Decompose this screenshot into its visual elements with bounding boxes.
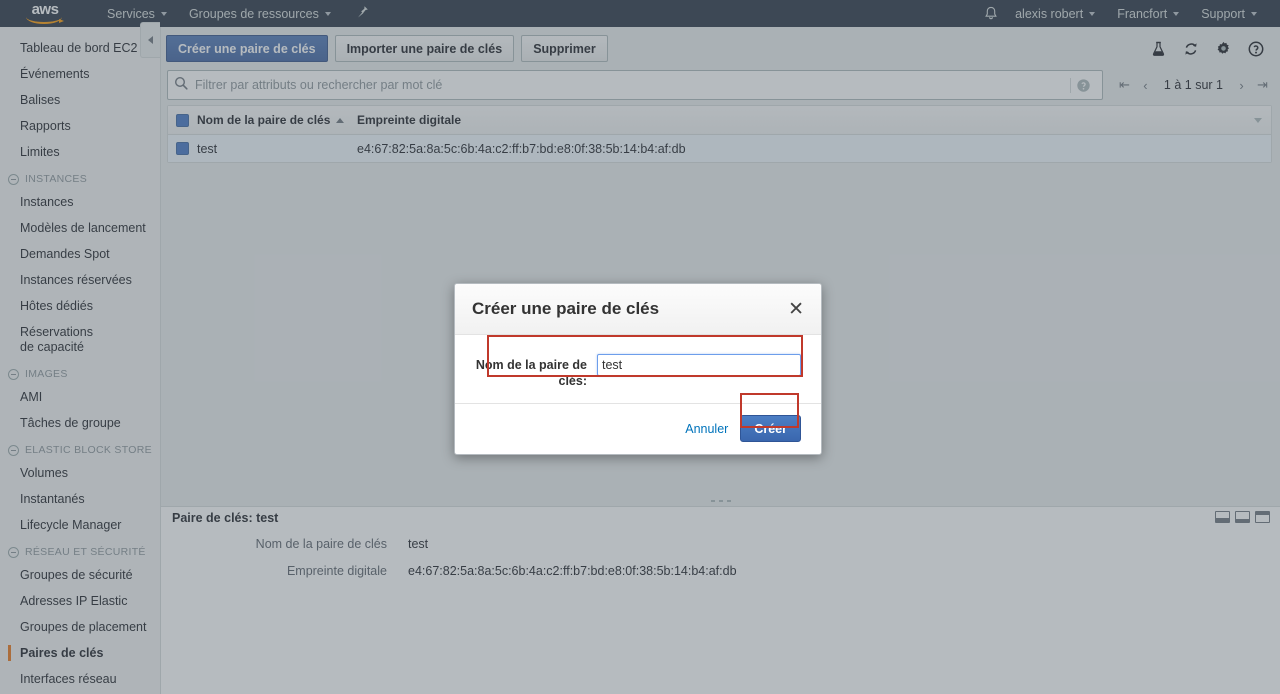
aws-ec2-console: aws Services Groupes de ressources alexi… <box>0 0 1280 694</box>
create-key-pair-dialog: Créer une paire de clés ✕ Nom de la pair… <box>454 283 822 455</box>
dialog-header: Créer une paire de clés ✕ <box>455 284 821 335</box>
close-icon[interactable]: ✕ <box>788 300 804 319</box>
cancel-button[interactable]: Annuler <box>685 422 728 436</box>
dialog-body: Nom de la paire de clés: <box>455 335 821 399</box>
create-button[interactable]: Créer <box>740 415 801 442</box>
dialog-title: Créer une paire de clés <box>472 299 660 318</box>
dialog-footer: Annuler Créer <box>455 403 821 454</box>
key-pair-name-label: Nom de la paire de clés: <box>475 358 587 388</box>
key-pair-name-row: Nom de la paire de clés: <box>455 345 821 399</box>
key-pair-name-input[interactable] <box>597 354 801 376</box>
